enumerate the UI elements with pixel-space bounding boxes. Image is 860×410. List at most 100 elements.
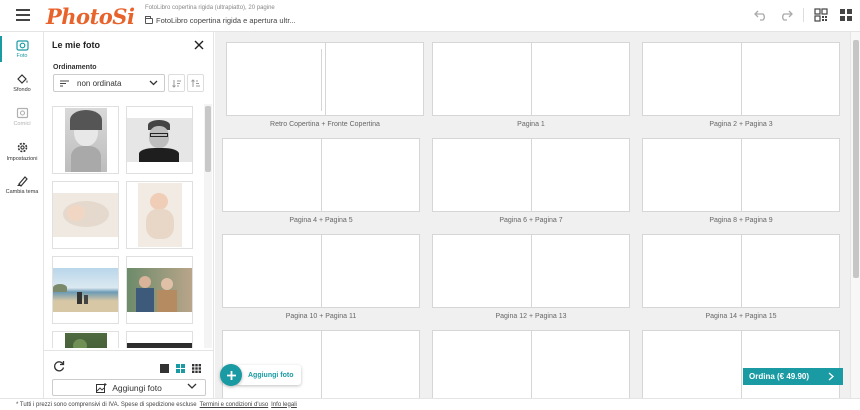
photo-dark-scene <box>127 343 192 348</box>
photosi-logo[interactable]: PhotoSi <box>46 4 135 29</box>
spine-line <box>741 235 742 307</box>
my-photos-panel: Le mie foto Ordinamento non ordinata Agg… <box>44 32 214 398</box>
tool-sidebar: Foto Sfondo Cornici Impostazioni Cambia … <box>0 32 44 398</box>
top-header: PhotoSi FotoLibro copertina rigida (ultr… <box>0 0 860 32</box>
order-button[interactable]: Ordina (€ 49.90) <box>743 368 843 385</box>
spread-pages <box>432 330 630 398</box>
scroll-thumb[interactable] <box>853 40 859 278</box>
spread-label: Pagina 14 + Pagina 15 <box>705 313 777 320</box>
chevron-right-icon <box>828 372 834 381</box>
photo-thumbnail[interactable] <box>126 256 193 324</box>
pages-view-icon[interactable] <box>838 7 854 23</box>
spine-line <box>321 139 322 211</box>
sidebar-item-label: Cornici <box>13 121 31 127</box>
product-title-row[interactable]: FotoLibro copertina rigida e apertura ul… <box>145 15 296 26</box>
spread-label: Pagina 10 + Pagina 11 <box>285 313 357 320</box>
spread-pages <box>642 42 840 116</box>
photo-woman-portrait <box>64 108 107 172</box>
sidebar-item-label: Cambia tema <box>5 189 39 195</box>
frame-icon <box>16 107 28 119</box>
undo-icon[interactable] <box>753 7 769 23</box>
photo-thumbnail-grid <box>52 104 204 348</box>
photo-newborn-blanket <box>53 193 118 237</box>
spread-pages <box>432 234 630 308</box>
spread-label: Pagina 12 + Pagina 13 <box>495 313 567 320</box>
spread-label: Pagina 8 + Pagina 9 <box>709 217 773 224</box>
photo-thumbnail[interactable] <box>52 181 119 249</box>
spread-pages <box>222 234 420 308</box>
spread-pages <box>222 138 420 212</box>
spread-pages <box>432 138 630 212</box>
photo-man-glasses <box>127 118 192 162</box>
sidebar-item-label: Foto <box>16 53 28 59</box>
order-label: Ordina (€ 49.90) <box>749 372 810 381</box>
sort-ascending-icon <box>171 79 181 88</box>
menu-icon[interactable] <box>16 9 30 21</box>
gear-icon <box>17 142 27 152</box>
camera-icon <box>15 40 29 51</box>
sidebar-item-sfondo[interactable]: Sfondo <box>0 66 44 100</box>
photo-family-outdoor <box>127 268 192 312</box>
photo-beach-family <box>53 268 118 312</box>
sidebar-item-impostazioni[interactable]: Impostazioni <box>0 134 44 168</box>
product-subtitle: FotoLibro copertina rigida (ultrapiatto)… <box>145 5 275 11</box>
sidebar-item-cornici[interactable]: Cornici <box>0 100 44 134</box>
legal-info-link[interactable]: Info legali <box>271 402 297 408</box>
pages-canvas: Retro Copertina + Fronte Copertina Pagin… <box>215 32 850 398</box>
add-photo-dropdown-button[interactable]: Aggiungi foto <box>52 379 206 396</box>
spine-line <box>531 43 532 115</box>
spine-line <box>531 331 532 398</box>
spine-line <box>741 43 742 115</box>
panel-footer: Aggiungi foto <box>44 350 214 398</box>
layout-grid-icon[interactable] <box>813 7 829 23</box>
refresh-icon[interactable] <box>53 359 65 372</box>
cover-spine-line <box>321 49 322 111</box>
spread-label: Retro Copertina + Fronte Copertina <box>270 121 380 128</box>
sort-value: non ordinata <box>77 78 122 88</box>
sort-descending-icon <box>190 78 200 87</box>
sort-dropdown[interactable]: non ordinata <box>53 74 165 92</box>
view-large-icon[interactable] <box>160 360 169 373</box>
add-photo-fab-label: Aggiungi foto <box>236 365 302 385</box>
photo-thumbnail[interactable] <box>126 331 193 348</box>
add-photo-fab[interactable]: Aggiungi foto <box>220 364 302 386</box>
terms-link[interactable]: Termini e condizioni d'uso <box>200 402 269 408</box>
spine-line <box>325 43 326 115</box>
paint-bucket-icon <box>16 74 27 84</box>
sidebar-item-cambia-tema[interactable]: Cambia tema <box>0 168 44 202</box>
redo-icon[interactable] <box>778 7 794 23</box>
spine-line <box>531 139 532 211</box>
product-title: FotoLibro copertina rigida e apertura ul… <box>156 16 296 25</box>
photo-thumbnail[interactable] <box>52 106 119 174</box>
spread-label: Pagina 6 + Pagina 7 <box>499 217 563 224</box>
photo-thumbnail[interactable] <box>126 106 193 174</box>
sort-lines-icon <box>60 80 69 86</box>
photo-book-editor: PhotoSi FotoLibro copertina rigida (ultr… <box>0 0 860 410</box>
sort-ascending-button[interactable] <box>168 74 185 92</box>
photo-list-scrollbar[interactable] <box>204 104 212 348</box>
sort-descending-button[interactable] <box>187 74 204 92</box>
plus-icon <box>220 364 242 386</box>
photo-thumbnail[interactable] <box>126 181 193 249</box>
photo-newborn-sleeping <box>137 183 182 247</box>
close-icon[interactable] <box>193 38 205 50</box>
sidebar-item-foto[interactable]: Foto <box>0 32 44 66</box>
sidebar-item-label: Impostazioni <box>6 155 38 162</box>
spine-line <box>321 331 322 398</box>
spread-pages <box>432 42 630 116</box>
spread-pages <box>226 42 424 116</box>
panel-title: Le mie foto <box>52 40 101 50</box>
scroll-thumb[interactable] <box>205 106 211 172</box>
spread-label: Pagina 2 + Pagina 3 <box>709 121 773 128</box>
brush-icon <box>16 176 28 187</box>
chevron-down-icon <box>187 383 197 389</box>
view-small-icon[interactable] <box>192 360 201 373</box>
spread-pages <box>642 330 840 398</box>
canvas-scrollbar[interactable] <box>850 32 860 398</box>
chevron-down-icon <box>149 80 158 86</box>
photo-thumbnail[interactable] <box>52 331 119 348</box>
legal-footer: * Tutti i prezzi sono comprensivi di IVA… <box>0 398 860 410</box>
sort-label: Ordinamento <box>53 64 97 71</box>
view-medium-icon[interactable] <box>176 360 185 373</box>
photo-thumbnail[interactable] <box>52 256 119 324</box>
